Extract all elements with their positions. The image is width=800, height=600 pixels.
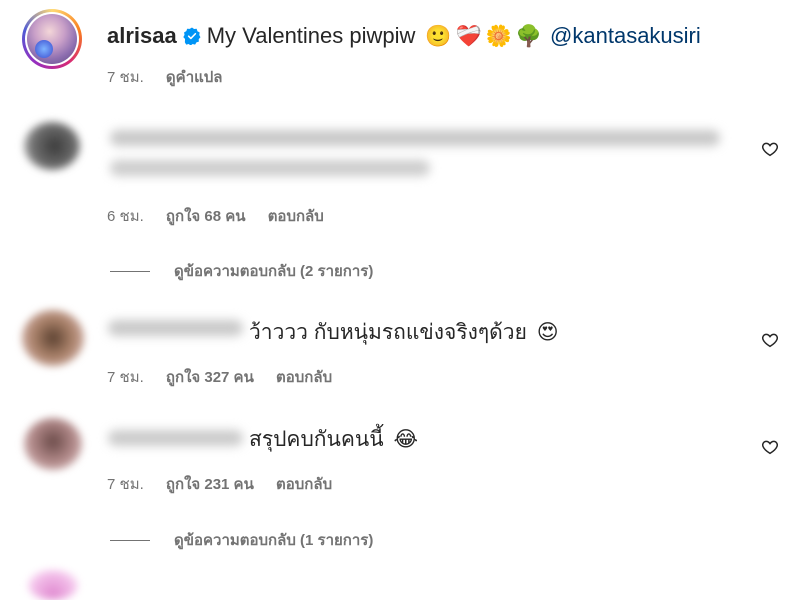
like-heart-icon[interactable] xyxy=(761,331,779,349)
view-replies-label: ดูข้อความตอบกลับ (2 รายการ) xyxy=(174,263,374,280)
heart-bandage-emoji-icon: ❤️‍🩹 xyxy=(455,24,482,48)
mention-link[interactable]: @kantasakusiri xyxy=(550,22,701,50)
divider-line xyxy=(110,270,150,272)
like-heart-icon[interactable] xyxy=(761,140,779,158)
avatar-image xyxy=(27,14,77,64)
blurred-comment-text xyxy=(110,160,430,176)
comment-body: ว้าววว กับหนุ่มรถแข่งจริงๆด้วย 😍 xyxy=(249,319,559,346)
post-time: 7 ชม. xyxy=(107,69,144,86)
reply-button[interactable]: ตอบกลับ xyxy=(276,476,332,493)
view-replies-label: ดูข้อความตอบกลับ (1 รายการ) xyxy=(174,532,374,549)
post-caption: alrisaa My Valentines piwpiw 🙂 ❤️‍🩹 🌼 🌳 … xyxy=(107,22,701,50)
comment-meta: 6 ชม. ถูกใจ 68 คน ตอบกลับ xyxy=(107,204,342,228)
comment-text: สรุปคบกันคนนี้ xyxy=(249,428,384,451)
divider-line xyxy=(110,539,150,541)
comment-likes[interactable]: ถูกใจ 68 คน xyxy=(166,208,246,225)
blurred-username xyxy=(108,320,243,336)
commenter-avatar[interactable] xyxy=(22,310,84,366)
like-heart-icon[interactable] xyxy=(761,438,779,456)
comment-time: 7 ชม. xyxy=(107,476,144,493)
commenter-avatar[interactable] xyxy=(28,570,78,600)
caption-text: My Valentines piwpiw xyxy=(206,23,416,48)
blossom-emoji-icon: 🌼 xyxy=(485,24,512,48)
comment-likes[interactable]: ถูกใจ 231 คน xyxy=(166,476,254,493)
comment-time: 6 ชม. xyxy=(107,208,144,225)
comment-body: สรุปคบกันคนนี้ 😂 xyxy=(249,426,418,453)
translate-button[interactable]: ดูคำแปล xyxy=(166,69,223,86)
post-meta: 7 ชม. ดูคำแปล xyxy=(107,65,241,89)
verified-badge-icon xyxy=(183,27,201,45)
blurred-comment-text xyxy=(110,130,720,146)
comment-likes[interactable]: ถูกใจ 327 คน xyxy=(166,369,254,386)
comment-text: ว้าววว กับหนุ่มรถแข่งจริงๆด้วย xyxy=(249,321,527,344)
commenter-avatar[interactable] xyxy=(24,418,82,470)
view-replies-button[interactable]: ดูข้อความตอบกลับ (1 รายการ) xyxy=(110,528,373,552)
blurred-username xyxy=(108,430,243,446)
tree-emoji-icon: 🌳 xyxy=(515,24,543,48)
commenter-avatar[interactable] xyxy=(24,122,80,170)
view-replies-button[interactable]: ดูข้อความตอบกลับ (2 รายการ) xyxy=(110,259,373,283)
tears-of-joy-emoji-icon: 😂 xyxy=(393,427,419,451)
smile-emoji-icon: 🙂 xyxy=(425,24,452,48)
comment-meta: 7 ชม. ถูกใจ 327 คน ตอบกลับ xyxy=(107,365,350,389)
reply-button[interactable]: ตอบกลับ xyxy=(268,208,324,225)
reply-button[interactable]: ตอบกลับ xyxy=(276,369,332,386)
post-username[interactable]: alrisaa xyxy=(107,22,177,50)
post-author-avatar[interactable] xyxy=(22,9,82,69)
heart-eyes-emoji-icon: 😍 xyxy=(536,320,559,344)
comment-meta: 7 ชม. ถูกใจ 231 คน ตอบกลับ xyxy=(107,472,350,496)
comment-time: 7 ชม. xyxy=(107,369,144,386)
